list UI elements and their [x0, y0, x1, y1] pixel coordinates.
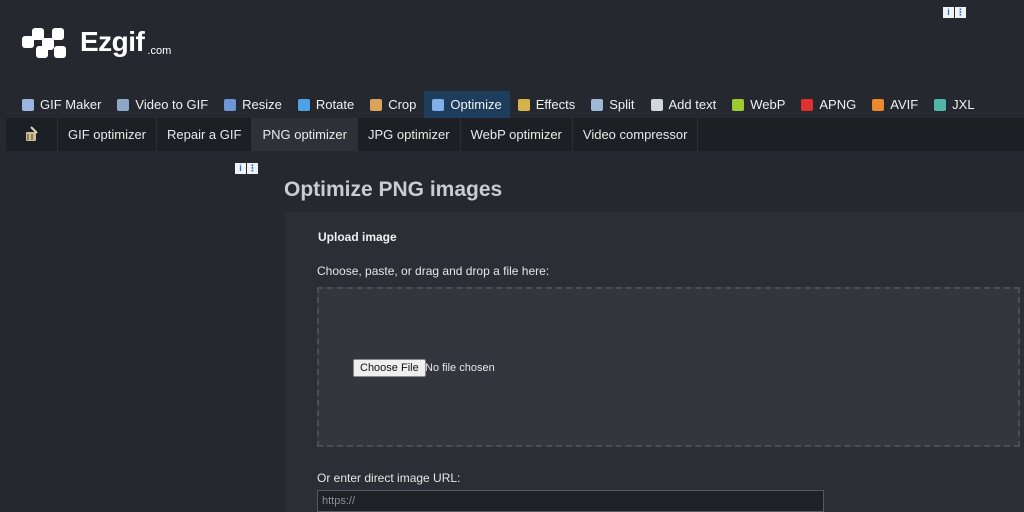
nav-item-label: Video to GIF — [135, 97, 209, 112]
ad-choices-badge[interactable]: i ⋮ — [235, 163, 258, 174]
image-url-input[interactable] — [317, 490, 824, 512]
rotate-icon — [297, 98, 310, 111]
info-icon: i — [943, 7, 954, 18]
nav-item-label: GIF Maker — [40, 97, 102, 112]
apng-icon — [801, 98, 814, 111]
resize-icon — [224, 98, 237, 111]
upload-panel: Upload image Choose, paste, or drag and … — [285, 212, 1024, 512]
split-icon — [591, 98, 604, 111]
file-dropzone[interactable]: Choose File No file chosen — [317, 287, 1020, 447]
logo-name: Ezgif — [80, 26, 145, 57]
choose-file-button[interactable]: Choose File — [353, 359, 426, 377]
nav-item-webp[interactable]: WebP — [724, 91, 793, 118]
nav-item-label: Crop — [388, 97, 417, 112]
logo-suffix: .com — [147, 45, 172, 57]
url-label: Or enter direct image URL: — [317, 471, 461, 485]
info-icon: i — [235, 163, 246, 174]
nav-item-resize[interactable]: Resize — [216, 91, 290, 118]
nav-item-label: Resize — [242, 97, 282, 112]
logo-icon — [22, 24, 74, 60]
nav-item-label: Rotate — [315, 97, 355, 112]
nav-item-crop[interactable]: Crop — [362, 91, 424, 118]
effects-icon — [517, 98, 530, 111]
nav-item-apng[interactable]: APNG — [793, 91, 864, 118]
nav-item-label: Split — [609, 97, 635, 112]
nav-item-add-text[interactable]: Add text — [643, 91, 725, 118]
optimize-tool-icon[interactable] — [6, 118, 58, 151]
subnav-item-gif-optimizer[interactable]: GIF optimizer — [58, 118, 158, 151]
file-status: No file chosen — [425, 362, 495, 374]
nav-item-label: AVIF — [890, 97, 919, 112]
nav-item-label: JXL — [952, 97, 975, 112]
nav-item-label: Effects — [535, 97, 576, 112]
subnav-item-jpg-optimizer[interactable]: JPG optimizer — [358, 118, 461, 151]
nav-item-label: Optimize — [450, 97, 502, 112]
upload-instruction: Choose, paste, or drag and drop a file h… — [317, 264, 550, 278]
nav-item-avif[interactable]: AVIF — [864, 91, 926, 118]
nav-item-split[interactable]: Split — [583, 91, 642, 118]
jxl-icon — [934, 98, 947, 111]
webp-icon — [732, 98, 745, 111]
nav-item-label: WebP — [750, 97, 786, 112]
nav-item-jxl[interactable]: JXL — [926, 91, 982, 118]
subnav-item-webp-optimizer[interactable]: WebP optimizer — [461, 118, 573, 151]
subnav-item-video-compressor[interactable]: Video compressor — [573, 118, 699, 151]
nav-item-label: APNG — [819, 97, 857, 112]
nav-item-effects[interactable]: Effects — [510, 91, 584, 118]
upload-legend: Upload image — [318, 230, 397, 244]
add-text-icon — [650, 98, 663, 111]
more-icon: ⋮ — [247, 163, 258, 174]
nav-item-video-to-gif[interactable]: Video to GIF — [109, 91, 216, 118]
video-icon — [117, 98, 130, 111]
subnav-item-png-optimizer[interactable]: PNG optimizer — [252, 118, 358, 151]
main-nav: GIF Maker Video to GIF Resize Rotate Crop Opt… — [14, 91, 983, 118]
crop-icon — [370, 98, 383, 111]
broom-icon — [25, 125, 38, 141]
subnav-item-repair-a-gif[interactable]: Repair a GIF — [157, 118, 253, 151]
nav-item-label: Add text — [668, 97, 717, 112]
sub-nav: GIF optimizer Repair a GIF PNG optimizer JP… — [6, 118, 1024, 151]
optimize-icon — [432, 98, 445, 111]
more-icon: ⋮ — [955, 7, 966, 18]
page-title: Optimize PNG images — [284, 178, 503, 201]
nav-item-optimize[interactable]: Optimize — [424, 91, 510, 118]
ad-choices-badge[interactable]: i ⋮ — [943, 7, 966, 18]
nav-item-rotate[interactable]: Rotate — [290, 91, 362, 118]
gif-maker-icon — [22, 98, 34, 111]
nav-item-gif-maker[interactable]: GIF Maker — [14, 91, 109, 118]
avif-icon — [872, 98, 885, 111]
site-logo[interactable]: Ezgif .com — [22, 24, 174, 60]
